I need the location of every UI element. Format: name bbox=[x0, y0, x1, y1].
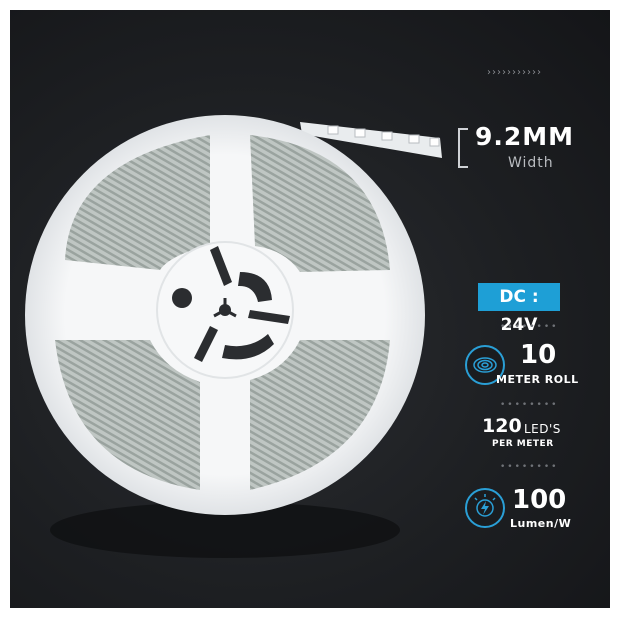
leds-per-meter-label: PER METER bbox=[492, 439, 554, 449]
leds-per-meter-value: 120 bbox=[482, 415, 522, 437]
hub-hole bbox=[172, 288, 192, 308]
width-value: 9.2MM bbox=[475, 122, 575, 151]
leds-word: LED'S bbox=[524, 422, 561, 436]
roll-length-value: 10 bbox=[520, 340, 557, 370]
width-bracket bbox=[458, 128, 468, 168]
lumen-label: Lumen/W bbox=[510, 517, 572, 530]
separator-dots: •••••••• bbox=[500, 322, 559, 332]
width-label: Width bbox=[508, 155, 554, 171]
roll-length-label: METER ROLL bbox=[496, 373, 579, 386]
lightning-bulb-icon bbox=[465, 488, 505, 528]
product-panel: ››››››››››› 9.2MM Width DC : 24V •••••••… bbox=[10, 10, 610, 608]
decorative-chevrons: ››››››››››› bbox=[487, 67, 542, 78]
separator-dots: •••••••• bbox=[500, 462, 559, 472]
separator-dots: •••••••• bbox=[500, 400, 559, 410]
dc-voltage-badge: DC : 24V bbox=[478, 283, 560, 335]
lumen-value: 100 bbox=[512, 485, 567, 515]
